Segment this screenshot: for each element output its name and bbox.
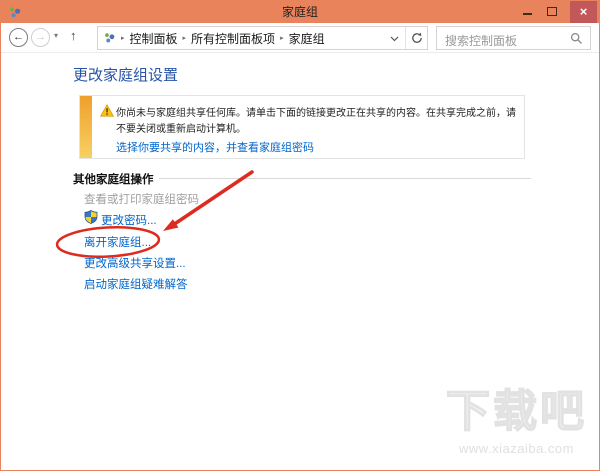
close-icon: × — [579, 4, 588, 19]
watermark-url: www.xiazaiba.com — [459, 441, 574, 456]
uac-shield-icon — [84, 210, 98, 224]
back-button[interactable]: ← — [9, 28, 28, 47]
page-title: 更改家庭组设置 — [73, 67, 179, 84]
choose-share-content-link[interactable]: 选择你要共享的内容，并查看家庭组密码 — [116, 139, 314, 155]
warning-text-line2: 不要关闭或重新启动计算机。 — [116, 124, 246, 135]
search-input[interactable]: 搜索控制面板 — [436, 26, 591, 50]
warning-panel: 你尚未与家庭组共享任何库。请单击下面的链接更改正在共享的内容。在共享完成之前，请… — [79, 95, 525, 159]
start-troubleshooter-link[interactable]: 启动家庭组疑难解答 — [84, 276, 188, 292]
minimize-icon — [523, 13, 532, 15]
minimize-button[interactable] — [517, 1, 539, 23]
address-bar[interactable]: ▸ 控制面板 ▸ 所有控制面板项 ▸ 家庭组 — [97, 26, 428, 50]
red-arrow-head — [163, 219, 179, 231]
warning-text-line1: 你尚未与家庭组共享任何库。请单击下面的链接更改正在共享的内容。在共享完成之前，请 — [116, 108, 516, 119]
forward-icon: → — [35, 31, 46, 43]
chevron-down-icon — [390, 36, 399, 42]
warning-accent-bar — [80, 96, 92, 158]
up-arrow-icon: ↑ — [70, 28, 77, 43]
breadcrumb-separator-icon: ▸ — [121, 35, 125, 42]
window-title: 家庭组 — [281, 5, 318, 19]
navigation-toolbar: ← → ▾ ↑ ▸ 控制面板 ▸ 所有控制面板项 ▸ 家庭组 搜索控制面板 — [1, 23, 599, 53]
view-print-password-link: 查看或打印家庭组密码 — [84, 194, 199, 206]
chevron-down-icon: ▾ — [54, 31, 59, 40]
breadcrumb-homegroup[interactable]: 家庭组 — [289, 30, 325, 47]
maximize-button[interactable] — [541, 1, 563, 23]
breadcrumb-control-panel[interactable]: 控制面板 — [130, 30, 178, 47]
title-bar: 家庭组 × — [1, 1, 599, 23]
leave-homegroup-link[interactable]: 离开家庭组... — [84, 234, 151, 250]
close-button[interactable]: × — [570, 1, 597, 23]
section-divider — [159, 178, 531, 179]
refresh-icon — [411, 32, 422, 43]
breadcrumb-separator-icon: ▸ — [182, 35, 187, 42]
refresh-button[interactable] — [405, 27, 427, 49]
maximize-icon — [547, 7, 557, 16]
search-icon[interactable] — [570, 32, 583, 45]
up-button[interactable]: ↑ — [70, 28, 77, 43]
breadcrumb-separator-icon: ▸ — [280, 35, 284, 42]
address-dropdown-button[interactable] — [384, 29, 405, 47]
breadcrumb-all-items[interactable]: 所有控制面板项 — [191, 30, 275, 47]
warning-icon — [100, 104, 114, 117]
back-icon: ← — [13, 31, 24, 43]
homegroup-window: 家庭组 × ← → ▾ ↑ ▸ 控制面板 ▸ 所有控制面板项 ▸ 家庭组 搜索控… — [0, 0, 600, 471]
change-advanced-sharing-link[interactable]: 更改高级共享设置... — [84, 255, 186, 271]
watermark-logo-text: 下载吧 — [445, 386, 587, 437]
watermark: 下载吧 www.xiazaiba.com — [445, 375, 587, 456]
search-placeholder: 搜索控制面板 — [445, 34, 518, 48]
section-header-other-actions: 其他家庭组操作 — [73, 174, 154, 186]
forward-button[interactable]: → — [31, 28, 50, 47]
homegroup-breadcrumb-icon — [105, 33, 115, 43]
change-password-link[interactable]: 更改密码... — [101, 212, 157, 228]
recent-pages-button[interactable]: ▾ — [54, 31, 58, 40]
